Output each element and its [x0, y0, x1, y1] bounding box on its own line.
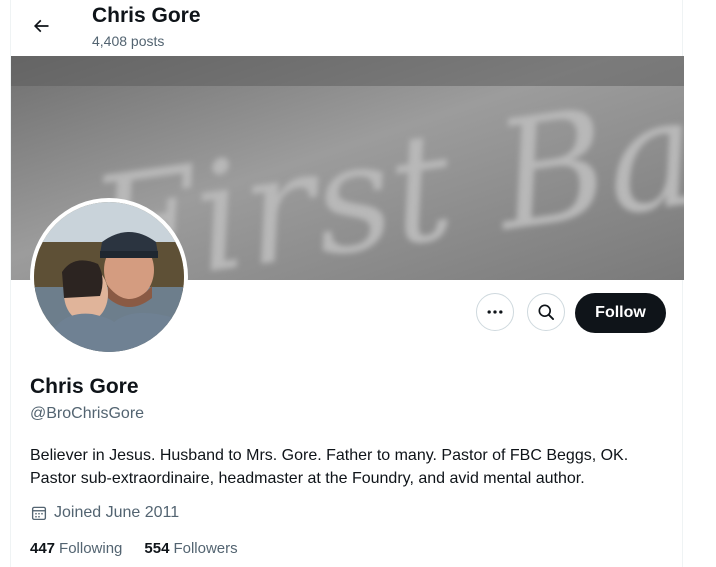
bio-line-2: Pastor sub-extraordinaire, headmaster at… — [30, 470, 585, 487]
follow-stats: 447 Following 554 Followers — [30, 540, 238, 557]
search-icon — [538, 304, 554, 320]
avatar[interactable] — [30, 198, 188, 356]
search-profile-button[interactable] — [527, 293, 565, 331]
followers-count: 554 — [144, 540, 170, 557]
profile-header-bar: Chris Gore 4,408 posts — [11, 0, 682, 56]
bio-line-1: Believer in Jesus. Husband to Mrs. Gore.… — [30, 447, 629, 464]
profile-handle: @BroChrisGore — [30, 405, 145, 422]
profile-name: Chris Gore — [30, 375, 139, 398]
back-button[interactable] — [25, 10, 57, 42]
more-dots-icon — [487, 310, 503, 314]
followers-link[interactable]: 554 Followers — [144, 540, 237, 557]
calendar-icon — [31, 506, 47, 521]
following-link[interactable]: 447 Following — [30, 540, 122, 557]
header-title: Chris Gore — [92, 4, 201, 27]
back-arrow-icon — [33, 19, 49, 33]
header-post-count: 4,408 posts — [92, 33, 165, 49]
profile-column: Chris Gore 4,408 posts First Bapti Follo… — [10, 0, 684, 567]
joined-date: Joined June 2011 — [30, 504, 179, 522]
followers-label: Followers — [173, 540, 238, 557]
avatar-photo — [34, 202, 184, 352]
following-label: Following — [59, 540, 123, 557]
follow-button[interactable]: Follow — [575, 293, 666, 333]
following-count: 447 — [30, 540, 56, 557]
joined-text: Joined June 2011 — [54, 504, 180, 521]
more-options-button[interactable] — [476, 293, 514, 331]
profile-bio: Believer in Jesus. Husband to Mrs. Gore.… — [30, 444, 670, 490]
